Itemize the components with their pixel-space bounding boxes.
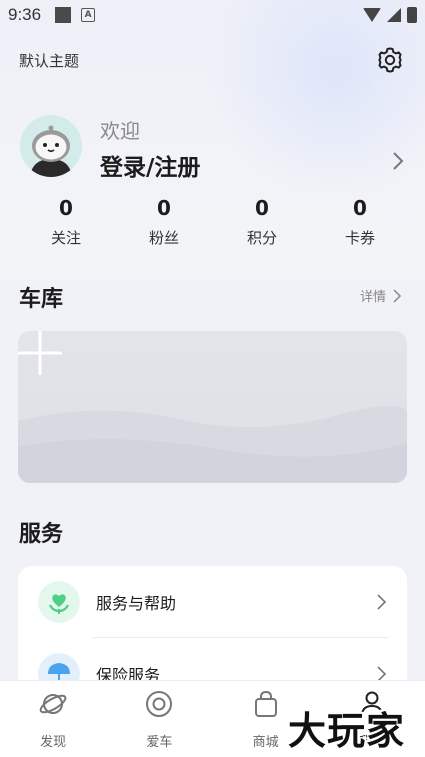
chevron-right-icon [393, 288, 402, 303]
stat-label: 积分 [246, 229, 277, 247]
stat-fans[interactable]: 0 粉丝 [116, 195, 212, 248]
status-indicators [363, 7, 417, 23]
stat-coupons[interactable]: 0 卡券 [312, 195, 408, 248]
robot-avatar-icon [20, 115, 82, 177]
planet-icon [39, 694, 67, 714]
garage-detail-link[interactable]: 详情 [360, 286, 402, 305]
tab-label: 商城 [252, 735, 279, 750]
chevron-right-icon[interactable] [390, 150, 406, 172]
garage-detail-label: 详情 [360, 290, 387, 305]
heart-service-icon [38, 581, 80, 623]
stat-value: 0 [255, 196, 269, 220]
stat-value: 0 [353, 196, 367, 220]
garage-title: 车库 [19, 287, 64, 312]
shopping-bag-icon [254, 690, 277, 717]
tab-label: 发现 [40, 735, 67, 750]
stat-label: 粉丝 [148, 229, 179, 247]
app-notification-icon: A [81, 8, 96, 22]
gear-icon[interactable] [376, 46, 404, 74]
watermark-logo: 大玩家 [288, 709, 406, 753]
signal-icon [387, 8, 401, 22]
login-register-link[interactable]: 登录/注册 [100, 148, 200, 182]
add-car-card[interactable] [18, 331, 407, 483]
battery-icon [407, 7, 417, 23]
steering-wheel-icon [146, 691, 173, 717]
stat-label: 卡券 [344, 229, 375, 247]
welcome-text: 欢迎 [100, 119, 140, 143]
plus-icon [18, 331, 62, 375]
service-label: 服务与帮助 [96, 594, 177, 613]
stat-value: 0 [59, 196, 73, 220]
notification-square-icon [55, 7, 72, 23]
stats-row: 0 关注 0 粉丝 0 积分 0 卡券 [18, 195, 408, 248]
tab-label: 爱车 [146, 735, 173, 750]
status-bar: 9:36 A [0, 0, 425, 30]
tab-discover[interactable]: 发现 [0, 681, 106, 757]
avatar[interactable] [20, 115, 82, 177]
stat-points[interactable]: 0 积分 [214, 195, 310, 248]
garage-wave-decoration [18, 405, 407, 483]
service-help-item[interactable]: 服务与帮助 [18, 566, 407, 638]
stat-value: 0 [157, 196, 171, 220]
status-time: 9:36 [8, 5, 42, 24]
tab-my-car[interactable]: 爱车 [106, 681, 212, 757]
chevron-right-icon [377, 594, 387, 610]
services-title: 服务 [19, 522, 64, 547]
stat-label: 关注 [50, 229, 81, 247]
theme-button[interactable]: 默认主题 [19, 50, 79, 71]
stat-following[interactable]: 0 关注 [18, 195, 114, 248]
wifi-icon [363, 8, 381, 22]
